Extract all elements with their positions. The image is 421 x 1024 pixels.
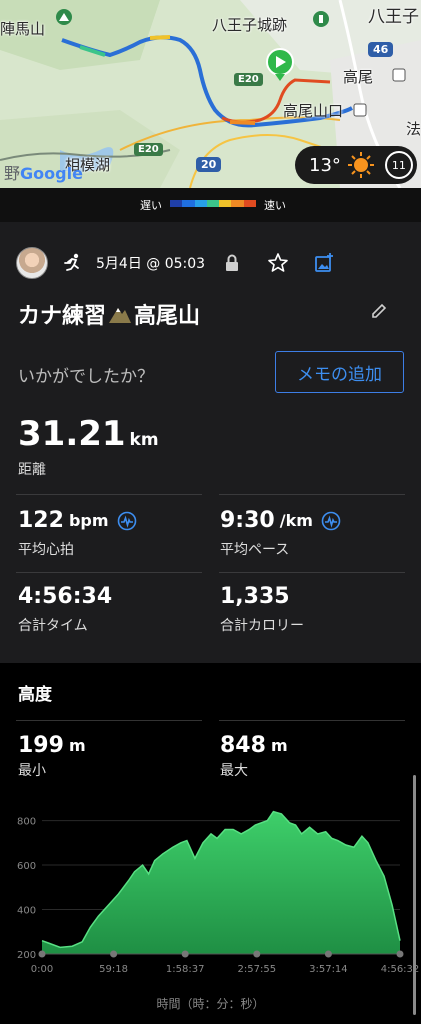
divider: [219, 494, 405, 495]
x-tick-marker: [181, 950, 189, 958]
divider: [16, 720, 202, 721]
x-tick-label: 2:57:55: [238, 964, 277, 975]
distance-value: 31.21 km: [18, 414, 159, 454]
y-tick-label: 600: [17, 861, 36, 872]
add-memo-button[interactable]: メモの追加: [275, 351, 404, 393]
elevation-title: 高度: [18, 685, 52, 705]
legend-color-2: [194, 200, 207, 207]
total-time: 4:56:34 合計タイム: [18, 584, 113, 634]
x-tick-marker: [253, 950, 261, 958]
heart-rate-chart-icon[interactable]: [117, 511, 137, 531]
x-tick-marker: [324, 950, 332, 958]
weather-temp: 13°: [309, 154, 341, 176]
divider: [16, 572, 202, 573]
start-marker-icon: [266, 48, 294, 81]
divider: [16, 494, 202, 495]
elevation-chart[interactable]: 200 400 600 800 0:00 59:18 1:58:37 2:57:55 3:57:…: [0, 800, 421, 990]
map-label-hachioji: 八王子: [368, 7, 419, 27]
pace-chart-icon[interactable]: [321, 511, 341, 531]
feedback-question: いかがでしたか？: [18, 367, 154, 387]
x-tick-label: 1:58:37: [166, 964, 205, 975]
speed-legend: 遅い 速い: [0, 188, 421, 222]
scrollbar[interactable]: [413, 775, 416, 1015]
road-badge-e20-a: E20: [234, 73, 263, 86]
route-badge-46: 46: [368, 42, 394, 57]
moon-phase-icon: 11: [384, 151, 413, 179]
x-tick-marker: [396, 950, 404, 958]
divider: [219, 572, 405, 573]
mountain-emoji-icon: [109, 308, 132, 323]
legend-color-5: [231, 200, 244, 207]
map-label-takaosanguchi: 高尾山口: [283, 102, 344, 120]
y-tick-label: 800: [17, 817, 36, 828]
x-tick-label: 3:57:14: [309, 964, 348, 975]
station-icon-2: [353, 103, 367, 117]
legend-slow-label: 遅い: [140, 199, 162, 212]
route-badge-20: 20: [196, 157, 222, 172]
activity-date: 5月4日 @ 05:03: [96, 256, 206, 272]
mountain-marker-icon: [56, 9, 72, 25]
distance-label: 距離: [18, 462, 46, 478]
star-icon[interactable]: [267, 252, 289, 274]
x-tick-label: 0:00: [31, 964, 53, 975]
legend-color-6: [243, 200, 256, 207]
elevation-max: 848 m 最大: [220, 733, 288, 779]
map-label-takao: 高尾: [343, 68, 374, 86]
activity-header: 5月4日 @ 05:03: [16, 247, 406, 279]
sun-icon: [347, 152, 374, 178]
running-icon: [64, 253, 79, 271]
lock-icon: [226, 254, 239, 271]
park-marker-icon: [313, 11, 329, 27]
divider: [219, 720, 405, 721]
legend-color-3: [206, 200, 220, 207]
x-tick-label: 59:18: [99, 964, 128, 975]
avg-heart-rate[interactable]: 122 bpm 平均心拍: [18, 508, 137, 559]
avg-pace[interactable]: 9:30/km 平均ペース: [220, 508, 341, 559]
total-calories: 1,335 合計カロリー: [220, 584, 304, 634]
y-tick-label: 200: [17, 950, 36, 961]
y-tick-label: 400: [17, 906, 36, 917]
road-badge-e20-b: E20: [134, 143, 163, 156]
add-photo-icon[interactable]: [313, 252, 335, 274]
map-label-hachioji-castle: 八王子城跡: [212, 16, 288, 34]
elevation-min: 199 m 最小: [18, 733, 86, 779]
legend-fast-label: 速い: [264, 199, 286, 212]
legend-color-4: [219, 200, 232, 207]
map-label-jinba: 陣馬山: [0, 20, 46, 38]
map-label-hou: 法: [406, 120, 421, 138]
x-axis-title: 時間（時：分：秒）: [156, 997, 265, 1011]
legend-color-1: [182, 200, 195, 207]
activity-title: カナ練習 高尾山: [18, 304, 201, 329]
station-icon: [392, 68, 406, 82]
avatar[interactable]: [16, 247, 48, 279]
google-logo: 野Google: [4, 164, 83, 183]
legend-color-0: [170, 200, 183, 207]
route-map[interactable]: 陣馬山 八王子城跡 八王子 高尾 高尾山口 相模湖 法 E20 E20 46 2…: [0, 0, 421, 188]
edit-icon[interactable]: [370, 302, 388, 320]
legend-gradient-bar: [170, 200, 256, 207]
x-tick-marker: [110, 950, 118, 958]
weather-widget: 13° 11: [295, 146, 417, 184]
x-tick-marker: [38, 950, 46, 958]
